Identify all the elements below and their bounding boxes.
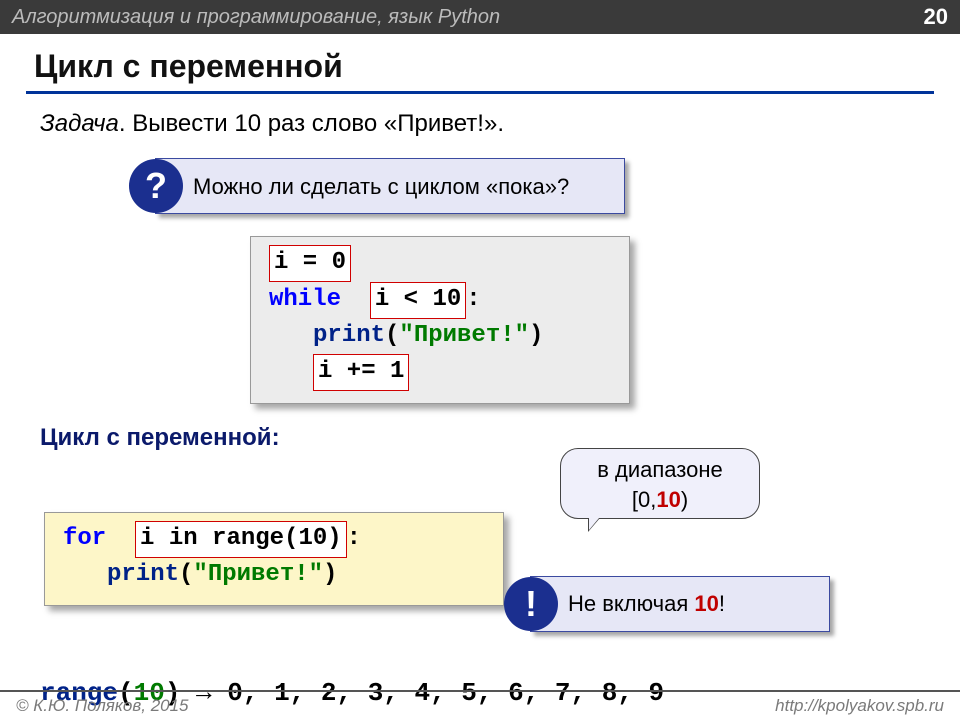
range-tooltip-line1: в диапазоне bbox=[583, 455, 737, 485]
task-line: Задача. Вывести 10 раз слово «Привет!». bbox=[40, 108, 920, 140]
task-label: Задача bbox=[40, 110, 119, 137]
slide-header: Алгоритмизация и программирование, язык … bbox=[0, 0, 960, 34]
slide-title: Цикл с переменной bbox=[0, 34, 960, 91]
title-underline bbox=[26, 91, 934, 94]
kw-print2: print bbox=[107, 561, 179, 588]
note-callout: ! Не включая 10! bbox=[530, 576, 830, 632]
code-while-inc: i += 1 bbox=[313, 354, 409, 391]
slide-content: Задача. Вывести 10 раз слово «Привет!». … bbox=[0, 108, 960, 711]
code-while-line3: print("Привет!") bbox=[269, 319, 611, 354]
code-while-cond: i < 10 bbox=[370, 282, 466, 319]
code-while-init: i = 0 bbox=[269, 245, 351, 282]
section-for-title: Цикл с переменной: bbox=[40, 422, 920, 454]
footer-url: http://kpolyakov.spb.ru bbox=[775, 696, 944, 716]
str-lit: "Привет!" bbox=[399, 322, 529, 349]
code-for-expr: i in range(10) bbox=[135, 521, 347, 558]
slide-footer: © К.Ю. Поляков, 2015 http://kpolyakov.sp… bbox=[0, 690, 960, 720]
exclamation-badge-icon: ! bbox=[504, 577, 558, 631]
code-for: for i in range(10): print("Привет!") bbox=[44, 512, 504, 606]
range-tooltip: в диапазоне [0,10) bbox=[560, 448, 760, 519]
header-title: Алгоритмизация и программирование, язык … bbox=[12, 6, 500, 29]
question-text: Можно ли сделать с циклом «пока»? bbox=[183, 162, 585, 212]
task-text: . Вывести 10 раз слово «Привет!». bbox=[119, 110, 504, 137]
code-for-line1: for i in range(10): bbox=[63, 521, 485, 558]
question-badge-icon: ? bbox=[129, 159, 183, 213]
footer-copyright: © К.Ю. Поляков, 2015 bbox=[16, 696, 189, 716]
note-text: Не включая 10! bbox=[558, 579, 741, 629]
code-while: i = 0 while i < 10: print("Привет!") i +… bbox=[250, 236, 630, 403]
kw-print: print bbox=[313, 322, 385, 349]
code-while-line2: while i < 10: bbox=[269, 282, 611, 319]
code-for-line2: print("Привет!") bbox=[63, 558, 485, 593]
kw-while: while bbox=[269, 286, 341, 313]
code-while-line1: i = 0 bbox=[269, 245, 611, 282]
str-lit2: "Привет!" bbox=[193, 561, 323, 588]
code-while-line4: i += 1 bbox=[269, 354, 611, 391]
range-tooltip-line2: [0,10) bbox=[583, 485, 737, 515]
kw-for: for bbox=[63, 525, 106, 552]
colon: : bbox=[466, 286, 480, 313]
page-number: 20 bbox=[924, 4, 948, 30]
question-callout: ? Можно ли сделать с циклом «пока»? bbox=[155, 158, 625, 214]
